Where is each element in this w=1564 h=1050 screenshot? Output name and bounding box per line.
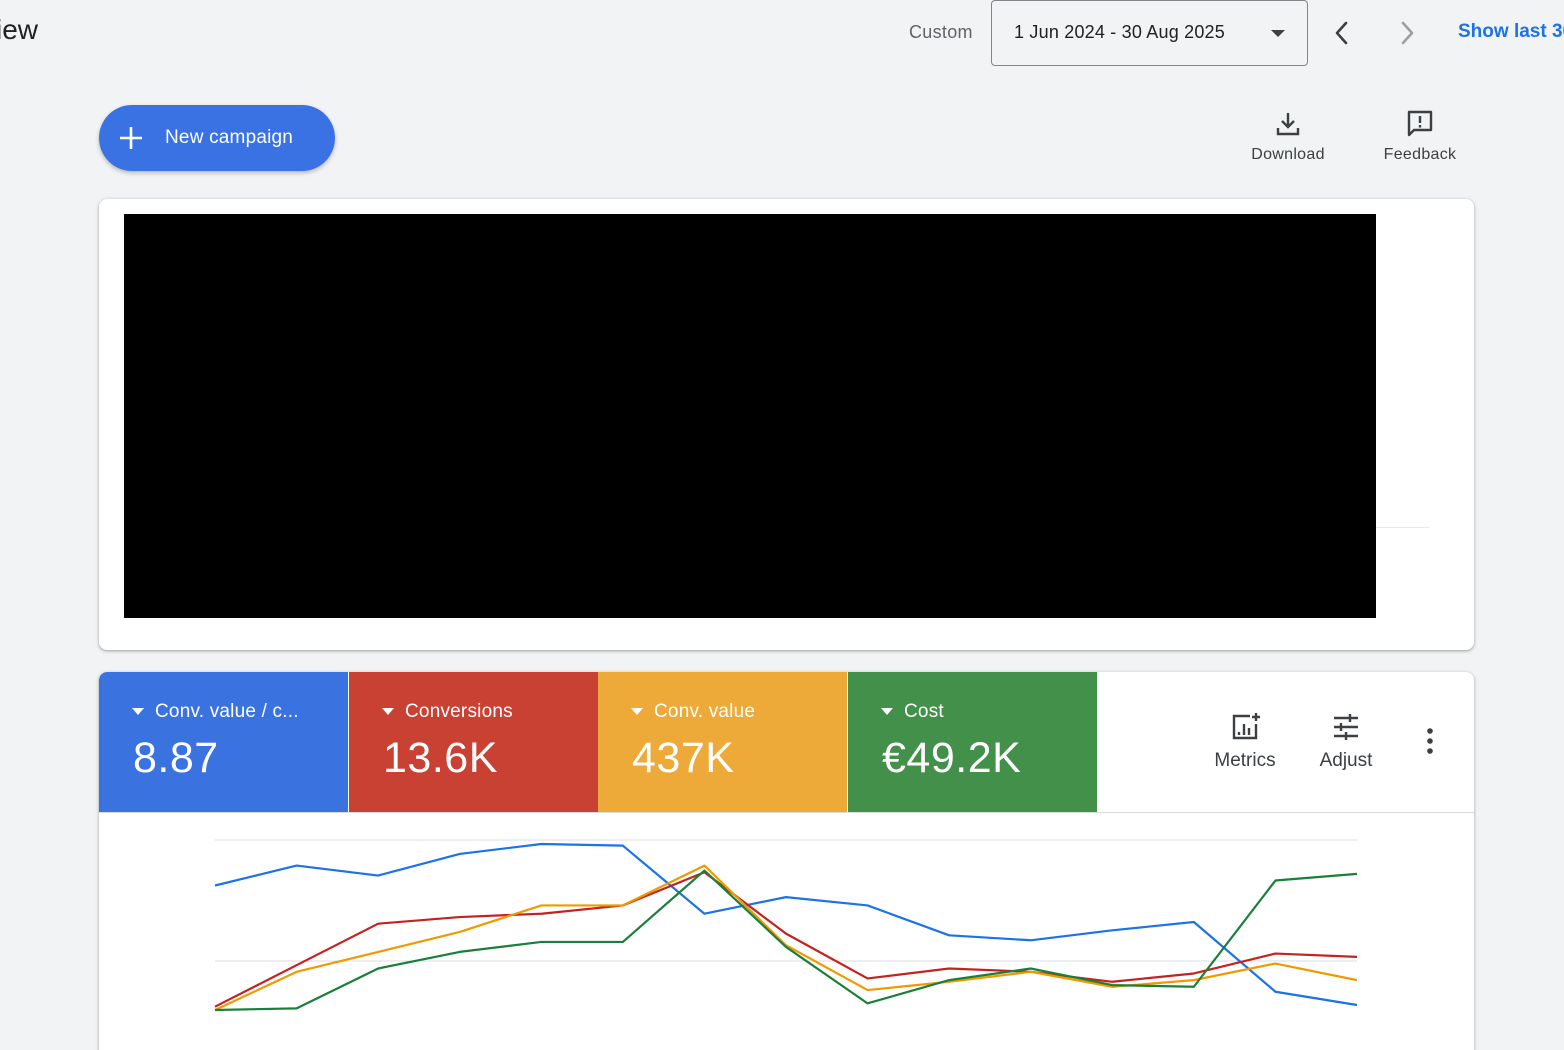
date-range-value: 1 Jun 2024 - 30 Aug 2025	[1014, 22, 1225, 42]
metric-value: 8.87	[133, 734, 219, 782]
metric-tile-conv-value-per-cost[interactable]: Conv. value / c... 8.87	[99, 672, 348, 812]
dropdown-arrow-icon	[881, 708, 893, 715]
dropdown-arrow-icon	[382, 708, 394, 715]
metric-name: Conv. value	[654, 701, 756, 722]
chart-series-line-4	[214, 869, 1358, 1012]
next-period-button[interactable]	[1390, 16, 1424, 50]
feedback-icon	[1407, 110, 1433, 137]
metric-value: 13.6K	[383, 734, 498, 782]
metrics-label: Metrics	[1214, 750, 1276, 771]
metric-name: Conv. value / c...	[155, 701, 299, 722]
chart-series-line-3	[214, 864, 1358, 1011]
metrics-button[interactable]: Metrics	[1200, 712, 1290, 772]
metric-name: Cost	[904, 701, 944, 722]
tune-icon	[1334, 714, 1358, 740]
add-chart-icon	[1232, 713, 1260, 740]
dropdown-arrow-icon	[1271, 30, 1285, 37]
plus-icon	[120, 127, 142, 149]
metric-tile-cost[interactable]: Cost €49.2K	[848, 672, 1097, 812]
previous-period-button[interactable]	[1325, 16, 1359, 50]
page-title: iew	[0, 14, 39, 45]
performance-chart-card: Conv. value / c... 8.87 Conversions 13.6…	[99, 672, 1474, 1050]
metric-value: 437K	[632, 734, 735, 782]
divider	[1376, 527, 1430, 528]
adjust-label: Adjust	[1319, 750, 1373, 771]
performance-line-chart	[214, 839, 1358, 1012]
metric-tile-conversions[interactable]: Conversions 13.6K	[349, 672, 598, 812]
chevron-left-icon	[1335, 21, 1348, 45]
redacted-area	[124, 214, 1376, 618]
feedback-button[interactable]: Feedback	[1365, 108, 1475, 174]
more-vert-icon[interactable]	[1419, 726, 1441, 756]
date-range-label: Custom	[909, 22, 973, 42]
dropdown-arrow-icon	[132, 708, 144, 715]
metric-value: €49.2K	[882, 734, 1022, 782]
show-last-link[interactable]: Show last 30	[1458, 21, 1564, 43]
date-range-select[interactable]: 1 Jun 2024 - 30 Aug 2025	[991, 0, 1308, 66]
new-campaign-button[interactable]: New campaign	[99, 105, 335, 171]
download-icon	[1276, 113, 1300, 136]
adjust-button[interactable]: Adjust	[1301, 712, 1391, 772]
metric-tile-conv-value[interactable]: Conv. value 437K	[598, 672, 847, 812]
download-label: Download	[1251, 146, 1325, 163]
chevron-right-icon	[1401, 21, 1414, 45]
feedback-label: Feedback	[1383, 146, 1457, 163]
dropdown-arrow-icon	[631, 708, 643, 715]
new-campaign-label: New campaign	[165, 127, 294, 148]
metric-name: Conversions	[405, 701, 513, 722]
overview-card	[99, 199, 1474, 650]
download-button[interactable]: Download	[1233, 108, 1343, 174]
